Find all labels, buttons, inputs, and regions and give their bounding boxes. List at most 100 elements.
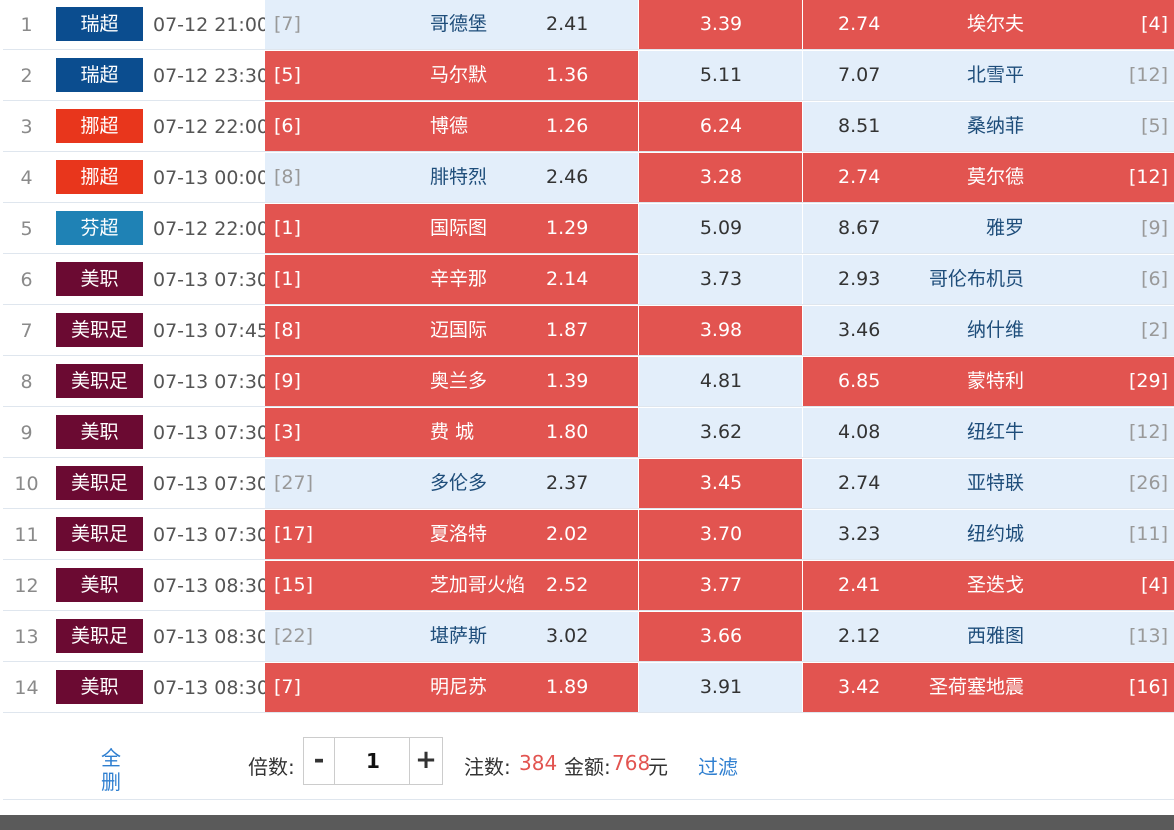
match-number: 7 bbox=[20, 320, 33, 342]
match-number: 10 bbox=[14, 473, 39, 495]
home-win-option[interactable]: [7] 明尼苏 1.89 bbox=[265, 663, 638, 712]
draw-option[interactable]: 3.73 bbox=[638, 255, 802, 304]
draw-option[interactable]: 3.28 bbox=[638, 153, 802, 202]
match-number: 3 bbox=[20, 116, 33, 138]
match-time: 07-13 00:00 bbox=[153, 167, 270, 189]
draw-option[interactable]: 3.98 bbox=[638, 306, 802, 355]
home-win-option[interactable]: [1] 国际图 1.29 bbox=[265, 204, 638, 253]
league-badge: 瑞超 bbox=[56, 7, 143, 41]
draw-option[interactable]: 3.66 bbox=[638, 612, 802, 661]
match-time: 07-13 08:30 bbox=[153, 575, 270, 597]
league-badge: 芬超 bbox=[56, 211, 143, 245]
away-odds: 8.67 bbox=[838, 217, 881, 239]
home-odds: 2.41 bbox=[546, 13, 589, 35]
home-win-option[interactable]: [1] 辛辛那 2.14 bbox=[265, 255, 638, 304]
away-win-option[interactable]: 2.12 西雅图 [13] bbox=[802, 612, 1174, 661]
draw-option[interactable]: 3.39 bbox=[638, 0, 802, 49]
home-win-option[interactable]: [22] 堪萨斯 3.02 bbox=[265, 612, 638, 661]
bottom-bar bbox=[0, 815, 1174, 830]
home-team-name: 明尼苏 bbox=[430, 676, 488, 698]
away-odds: 2.74 bbox=[838, 166, 881, 188]
delete-all-button[interactable]: 全删 bbox=[99, 746, 123, 794]
away-win-option[interactable]: 2.41 圣迭戈 [4] bbox=[802, 561, 1174, 610]
home-win-option[interactable]: [3] 费 城 1.80 bbox=[265, 408, 638, 457]
increment-button[interactable]: + bbox=[409, 738, 442, 784]
draw-option[interactable]: 3.70 bbox=[638, 510, 802, 559]
draw-option[interactable]: 3.77 bbox=[638, 561, 802, 610]
filter-button[interactable]: 过滤 bbox=[698, 751, 738, 780]
decrement-button[interactable]: - bbox=[304, 738, 335, 784]
match-time: 07-13 07:30 bbox=[153, 269, 270, 291]
home-win-option[interactable]: [6] 博德 1.26 bbox=[265, 102, 638, 151]
away-odds: 2.93 bbox=[838, 268, 881, 290]
league-badge: 美职 bbox=[56, 670, 143, 704]
away-win-option[interactable]: 3.23 纽约城 [11] bbox=[802, 510, 1174, 559]
match-row: 13 美职足 07-13 08:30 [22] 堪萨斯 3.02 3.66 2.12 西雅图 [1… bbox=[3, 612, 1174, 662]
away-team-name: 哥伦布机员 bbox=[928, 268, 1024, 290]
league-badge: 美职 bbox=[56, 262, 143, 296]
home-team-name: 迈国际 bbox=[430, 319, 488, 341]
away-win-option[interactable]: 8.51 桑纳菲 [5] bbox=[802, 102, 1174, 151]
home-win-option[interactable]: [17] 夏洛特 2.02 bbox=[265, 510, 638, 559]
match-row: 6 美职 07-13 07:30 [1] 辛辛那 2.14 3.73 2.93 哥伦布机员 [6] bbox=[3, 255, 1174, 305]
home-win-option[interactable]: [27] 多伦多 2.37 bbox=[265, 459, 638, 508]
home-team-name: 辛辛那 bbox=[430, 268, 488, 290]
away-team-name: 北雪平 bbox=[966, 64, 1024, 86]
home-rank: [27] bbox=[274, 472, 314, 494]
match-time: 07-13 07:30 bbox=[153, 422, 270, 444]
multiplier-input[interactable]: 1 bbox=[335, 738, 411, 784]
away-rank: [26] bbox=[1128, 472, 1168, 494]
home-win-option[interactable]: [15] 芝加哥火焰 2.52 bbox=[265, 561, 638, 610]
draw-option[interactable]: 6.24 bbox=[638, 102, 802, 151]
away-win-option[interactable]: 4.08 纽红牛 [12] bbox=[802, 408, 1174, 457]
home-rank: [22] bbox=[274, 625, 314, 647]
away-team-name: 圣荷塞地震 bbox=[928, 676, 1024, 698]
draw-option[interactable]: 3.91 bbox=[638, 663, 802, 712]
away-rank: [16] bbox=[1128, 676, 1168, 698]
home-team-name: 堪萨斯 bbox=[430, 625, 488, 647]
away-odds: 6.85 bbox=[838, 370, 881, 392]
away-win-option[interactable]: 7.07 北雪平 [12] bbox=[802, 51, 1174, 100]
draw-option[interactable]: 5.09 bbox=[638, 204, 802, 253]
away-rank: [4] bbox=[1141, 574, 1168, 596]
away-rank: [6] bbox=[1141, 268, 1168, 290]
bet-count-value: 384 bbox=[519, 751, 558, 775]
home-win-option[interactable]: [7] 哥德堡 2.41 bbox=[265, 0, 638, 49]
away-win-option[interactable]: 2.93 哥伦布机员 [6] bbox=[802, 255, 1174, 304]
away-team-name: 西雅图 bbox=[966, 625, 1024, 647]
home-odds: 2.37 bbox=[546, 472, 589, 494]
away-win-option[interactable]: 2.74 埃尔夫 [4] bbox=[802, 0, 1174, 49]
draw-option[interactable]: 3.62 bbox=[638, 408, 802, 457]
home-team-name: 奥兰多 bbox=[430, 370, 488, 392]
away-win-option[interactable]: 3.46 纳什维 [2] bbox=[802, 306, 1174, 355]
away-rank: [29] bbox=[1128, 370, 1168, 392]
draw-option[interactable]: 4.81 bbox=[638, 357, 802, 406]
league-badge: 挪超 bbox=[56, 109, 143, 143]
home-win-option[interactable]: [9] 奥兰多 1.39 bbox=[265, 357, 638, 406]
home-win-option[interactable]: [8] 腓特烈 2.46 bbox=[265, 153, 638, 202]
home-win-option[interactable]: [5] 马尔默 1.36 bbox=[265, 51, 638, 100]
away-team-name: 桑纳菲 bbox=[966, 115, 1024, 137]
away-odds: 3.46 bbox=[838, 319, 881, 341]
draw-odds: 3.70 bbox=[699, 523, 743, 545]
home-team-name: 夏洛特 bbox=[430, 523, 488, 545]
home-team-name: 腓特烈 bbox=[430, 166, 488, 188]
home-odds: 3.02 bbox=[546, 625, 589, 647]
draw-option[interactable]: 3.45 bbox=[638, 459, 802, 508]
home-team-name: 费 城 bbox=[430, 421, 475, 443]
home-rank: [6] bbox=[274, 115, 301, 137]
match-number: 5 bbox=[20, 218, 33, 240]
home-win-option[interactable]: [8] 迈国际 1.87 bbox=[265, 306, 638, 355]
away-odds: 2.41 bbox=[838, 574, 881, 596]
home-odds: 1.80 bbox=[546, 421, 589, 443]
away-team-name: 纳什维 bbox=[966, 319, 1024, 341]
away-odds: 2.12 bbox=[838, 625, 881, 647]
away-win-option[interactable]: 2.74 莫尔德 [12] bbox=[802, 153, 1174, 202]
away-win-option[interactable]: 8.67 雅罗 [9] bbox=[802, 204, 1174, 253]
away-win-option[interactable]: 6.85 蒙特利 [29] bbox=[802, 357, 1174, 406]
away-win-option[interactable]: 2.74 亚特联 [26] bbox=[802, 459, 1174, 508]
multiplier-stepper: - 1 + bbox=[303, 737, 443, 785]
away-win-option[interactable]: 3.42 圣荷塞地震 [16] bbox=[802, 663, 1174, 712]
draw-option[interactable]: 5.11 bbox=[638, 51, 802, 100]
away-odds: 4.08 bbox=[838, 421, 881, 443]
